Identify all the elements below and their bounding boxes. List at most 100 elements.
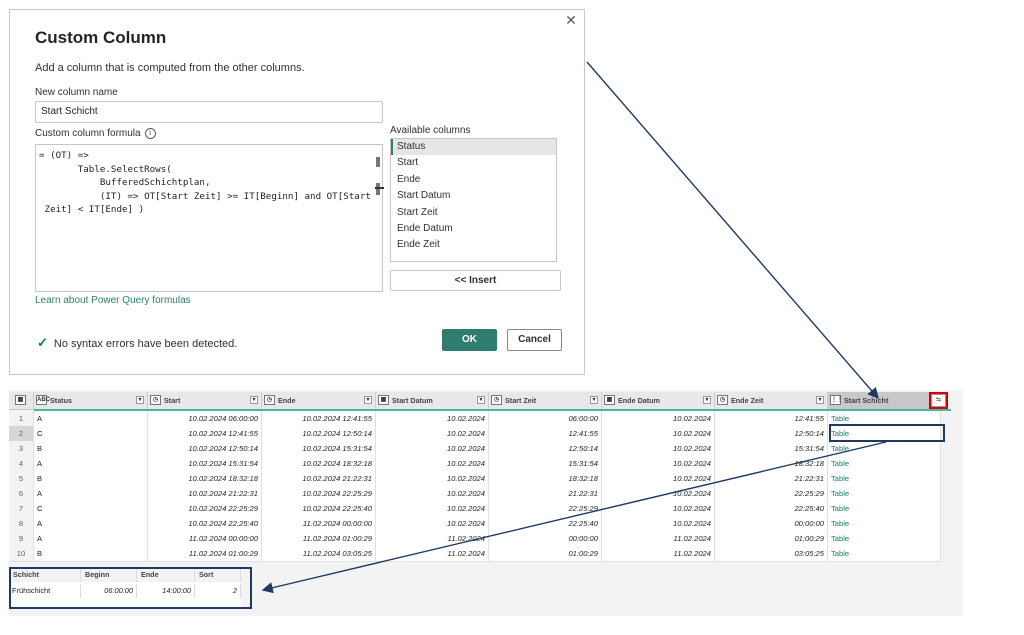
learn-formulas-link[interactable]: Learn about Power Query formulas [35, 295, 191, 306]
table-cell[interactable]: 22:25:40 [489, 516, 602, 531]
table-row[interactable]: 1 A 10.02.2024 06:00:00 10.02.2024 12:41:55… [9, 411, 941, 427]
table-cell[interactable]: B [34, 441, 148, 456]
filter-dropdown-icon[interactable]: ▾ [477, 396, 485, 404]
table-cell[interactable]: 10.02.2024 [376, 411, 489, 426]
table-cell[interactable]: 06:00:00 [489, 411, 602, 426]
table-cell[interactable]: 21:22:31 [489, 486, 602, 501]
table-cell[interactable]: 22:25:29 [715, 486, 828, 501]
table-cell[interactable]: 10.02.2024 22:25:40 [148, 516, 262, 531]
column-type-icon[interactable]: ▦ [378, 395, 389, 405]
table-cell[interactable]: 11.02.2024 [602, 531, 715, 546]
available-columns-list[interactable]: Status Start Ende Start Datum Start Zeit… [390, 138, 557, 262]
table-menu[interactable]: ▦ [9, 392, 34, 409]
filter-dropdown-icon[interactable]: ▾ [250, 396, 258, 404]
ok-button[interactable]: OK [442, 329, 497, 351]
column-type-icon[interactable]: ◷ [150, 395, 161, 405]
column-type-icon[interactable]: ABC [36, 395, 50, 405]
table-row[interactable]: 5 B 10.02.2024 18:32:18 10.02.2024 21:22:31… [9, 471, 941, 487]
table-cell[interactable]: 10.02.2024 22:25:40 [262, 501, 376, 516]
scrollbar-thumb-lower[interactable] [376, 183, 380, 195]
table-cell[interactable]: 12:41:55 [715, 411, 828, 426]
table-cell[interactable]: B [34, 471, 148, 486]
formula-text[interactable]: = (OT) => Table.SelectRows( BufferedSchi… [39, 149, 371, 217]
row-number[interactable]: 10 [9, 546, 34, 561]
table-cell[interactable]: 11.02.2024 00:00:00 [262, 516, 376, 531]
table-row[interactable]: 10 B 11.02.2024 01:00:29 11.02.2024 03:05:2… [9, 546, 941, 562]
table-cell[interactable]: 15:31:54 [715, 441, 828, 456]
table-cell[interactable]: 11.02.2024 [602, 546, 715, 561]
table-cell[interactable]: 11.02.2024 [376, 546, 489, 561]
row-number[interactable]: 8 [9, 516, 34, 531]
table-row[interactable]: 7 C 10.02.2024 22:25:29 10.02.2024 22:25:40… [9, 501, 941, 517]
scrollbar-thumb[interactable] [376, 157, 380, 167]
table-link-cell[interactable]: Table [828, 546, 941, 561]
table-cell[interactable]: 15:31:54 [489, 456, 602, 471]
table-cell[interactable]: 18:32:18 [489, 471, 602, 486]
table-link-cell[interactable]: Table [828, 456, 941, 471]
table-link-cell[interactable]: Table [828, 471, 941, 486]
row-number[interactable]: 6 [9, 486, 34, 501]
table-cell[interactable]: 12:41:55 [489, 426, 602, 441]
row-number[interactable]: 9 [9, 531, 34, 546]
formula-editor[interactable]: = (OT) => Table.SelectRows( BufferedSchi… [35, 144, 383, 292]
table-cell[interactable]: 00:00:00 [715, 516, 828, 531]
row-number[interactable]: 5 [9, 471, 34, 486]
insert-button[interactable]: << Insert [390, 270, 561, 291]
table-cell[interactable]: 10.02.2024 [376, 516, 489, 531]
table-cell[interactable]: 10.02.2024 18:32:18 [262, 456, 376, 471]
table-row[interactable]: 9 A 11.02.2024 00:00:00 11.02.2024 01:00:29… [9, 531, 941, 547]
table-cell[interactable]: B [34, 546, 148, 561]
table-cell[interactable]: 10.02.2024 12:41:55 [148, 426, 262, 441]
table-cell[interactable]: C [34, 501, 148, 516]
available-column-item[interactable]: Start Zeit [391, 205, 556, 221]
column-header[interactable]: ⋮⋮ Start Schicht [828, 392, 941, 409]
table-cell[interactable]: 11.02.2024 03:05:25 [262, 546, 376, 561]
column-type-icon[interactable]: ⋮⋮ [830, 395, 843, 405]
table-cell[interactable]: 10.02.2024 21:22:31 [148, 486, 262, 501]
table-cell[interactable]: 10.02.2024 [602, 456, 715, 471]
table-cell[interactable]: A [34, 486, 148, 501]
available-column-item[interactable]: Ende Zeit [391, 237, 556, 253]
table-cell[interactable]: 18:32:18 [715, 456, 828, 471]
column-header[interactable]: ▦ Ende Datum ▾ [602, 392, 715, 409]
table-cell[interactable]: 01:00:29 [489, 546, 602, 561]
table-row[interactable]: 6 A 10.02.2024 21:22:31 10.02.2024 22:25:29… [9, 486, 941, 502]
filter-dropdown-icon[interactable]: ▾ [590, 396, 598, 404]
column-type-icon[interactable]: ◷ [491, 395, 502, 405]
table-link-cell[interactable]: Table [828, 516, 941, 531]
table-cell[interactable]: 12:50:14 [489, 441, 602, 456]
table-cell[interactable]: C [34, 426, 148, 441]
column-header[interactable]: ◷ Start ▾ [148, 392, 262, 409]
available-column-item[interactable]: Start Datum [391, 188, 556, 204]
filter-dropdown-icon[interactable]: ▾ [816, 396, 824, 404]
table-cell[interactable]: 10.02.2024 [602, 441, 715, 456]
table-cell[interactable]: 10.02.2024 [376, 501, 489, 516]
table-cell[interactable]: 10.02.2024 15:31:54 [148, 456, 262, 471]
table-link-cell[interactable]: Table [828, 486, 941, 501]
table-row[interactable]: 4 A 10.02.2024 15:31:54 10.02.2024 18:32:18… [9, 456, 941, 472]
column-type-icon[interactable]: ◷ [264, 395, 275, 405]
available-column-item[interactable]: Start [391, 155, 556, 171]
table-cell[interactable]: 11.02.2024 [376, 531, 489, 546]
row-number[interactable]: 4 [9, 456, 34, 471]
row-number[interactable]: 3 [9, 441, 34, 456]
table-cell[interactable]: 10.02.2024 18:32:18 [148, 471, 262, 486]
splitter-handle[interactable] [375, 187, 384, 189]
table-cell[interactable]: 10.02.2024 [376, 471, 489, 486]
row-number[interactable]: 7 [9, 501, 34, 516]
table-cell[interactable]: 11.02.2024 00:00:00 [148, 531, 262, 546]
available-column-item[interactable]: Status [391, 139, 556, 156]
filter-dropdown-icon[interactable]: ▾ [136, 396, 144, 404]
table-cell[interactable]: 10.02.2024 12:50:14 [262, 426, 376, 441]
table-cell[interactable]: A [34, 516, 148, 531]
close-icon[interactable]: ✕ [564, 13, 578, 27]
table-cell[interactable]: A [34, 456, 148, 471]
filter-dropdown-icon[interactable]: ▾ [703, 396, 711, 404]
column-type-icon[interactable]: ◷ [717, 395, 728, 405]
table-cell[interactable]: 10.02.2024 [602, 426, 715, 441]
table-cell[interactable]: 01:00:29 [715, 531, 828, 546]
table-cell[interactable]: 00:00:00 [489, 531, 602, 546]
table-cell[interactable]: 10.02.2024 [602, 411, 715, 426]
table-cell[interactable]: 22:25:40 [715, 501, 828, 516]
info-icon[interactable]: i [144, 128, 156, 139]
